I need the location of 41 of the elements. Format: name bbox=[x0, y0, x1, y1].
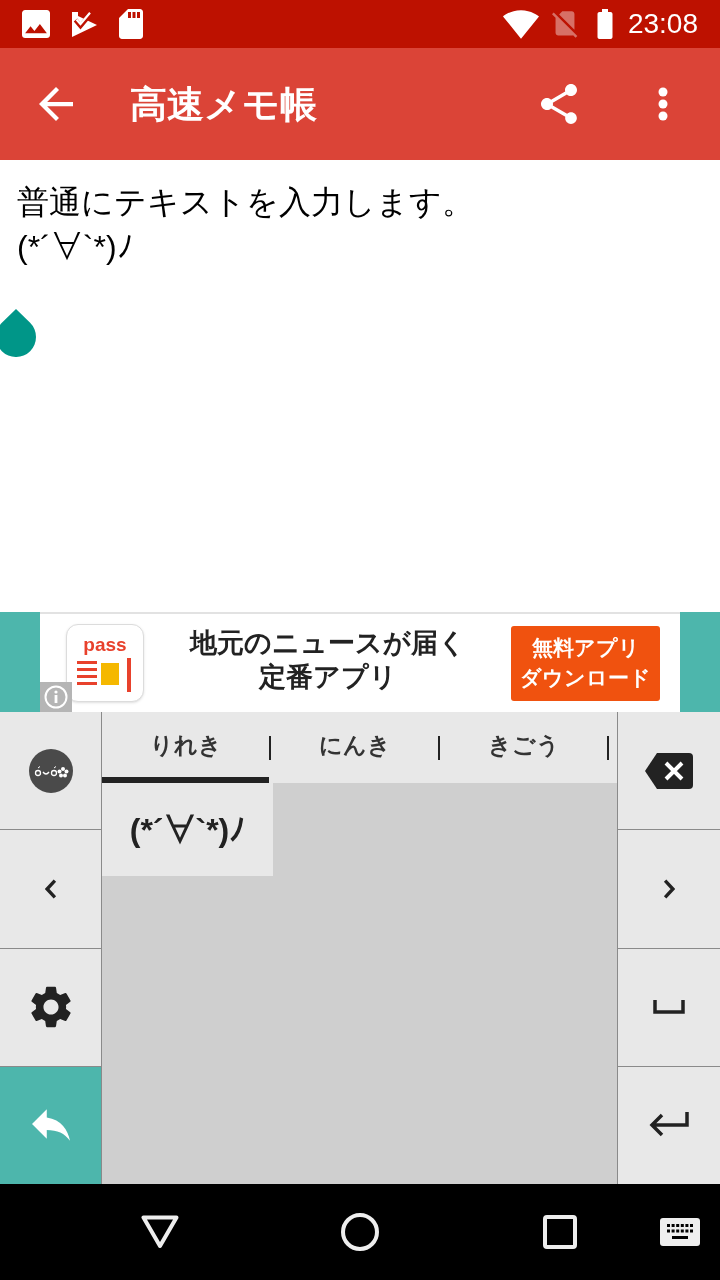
back-button[interactable] bbox=[38, 86, 74, 122]
candidate-key[interactable]: (*´∀`*)ﾉ bbox=[102, 783, 273, 876]
more-options-icon bbox=[658, 87, 668, 121]
emoticon-key[interactable] bbox=[0, 712, 101, 831]
backspace-icon bbox=[645, 752, 693, 789]
recents-nav-button[interactable] bbox=[540, 1212, 580, 1252]
info-icon bbox=[44, 685, 68, 709]
keyboard-tab[interactable]: にんき bbox=[271, 712, 438, 783]
chevron-left-icon bbox=[44, 878, 57, 899]
newspaper-icon bbox=[77, 658, 133, 692]
settings-icon bbox=[30, 986, 71, 1029]
circle-home-icon bbox=[341, 1213, 379, 1251]
download-button[interactable]: 無料アプリ ダウンロード bbox=[511, 625, 660, 701]
space-bar-icon bbox=[653, 1000, 685, 1015]
triangle-back-icon bbox=[141, 1215, 179, 1249]
no-sim-icon bbox=[551, 10, 578, 38]
share-button[interactable] bbox=[539, 82, 579, 126]
enter-arrow-icon bbox=[649, 1112, 689, 1139]
logo-text: pass bbox=[83, 635, 127, 654]
check-flag-icon bbox=[72, 11, 97, 37]
backspace-key[interactable] bbox=[618, 712, 720, 831]
cursor-handle-icon[interactable] bbox=[0, 309, 36, 357]
chevron-right-icon bbox=[663, 878, 675, 899]
ad-headline: 地元のニュースが届く 定番アプリ bbox=[188, 627, 467, 694]
wifi-icon bbox=[502, 9, 539, 39]
image-icon bbox=[22, 10, 50, 38]
settings-key[interactable] bbox=[0, 948, 101, 1067]
app-title: 高速メモ帳 bbox=[130, 85, 317, 123]
share-icon bbox=[541, 83, 577, 125]
clock-time: 23:08 bbox=[627, 10, 698, 38]
reply-arrow-icon bbox=[31, 1109, 70, 1142]
home-nav-button[interactable] bbox=[340, 1212, 380, 1252]
space-key[interactable] bbox=[618, 948, 720, 1067]
enter-key[interactable] bbox=[618, 1066, 720, 1184]
emoticon-face-icon bbox=[28, 748, 73, 793]
back-arrow-icon bbox=[39, 87, 73, 121]
ad-banner[interactable]: pass 地元のニュースが届く 定番アプリ 無料アプリ ダウンロード bbox=[40, 612, 680, 712]
keyboard-icon bbox=[660, 1218, 700, 1246]
square-recents-icon bbox=[543, 1215, 577, 1249]
keyboard-tab[interactable]: きごう bbox=[440, 712, 607, 783]
sd-card-icon bbox=[119, 9, 143, 39]
